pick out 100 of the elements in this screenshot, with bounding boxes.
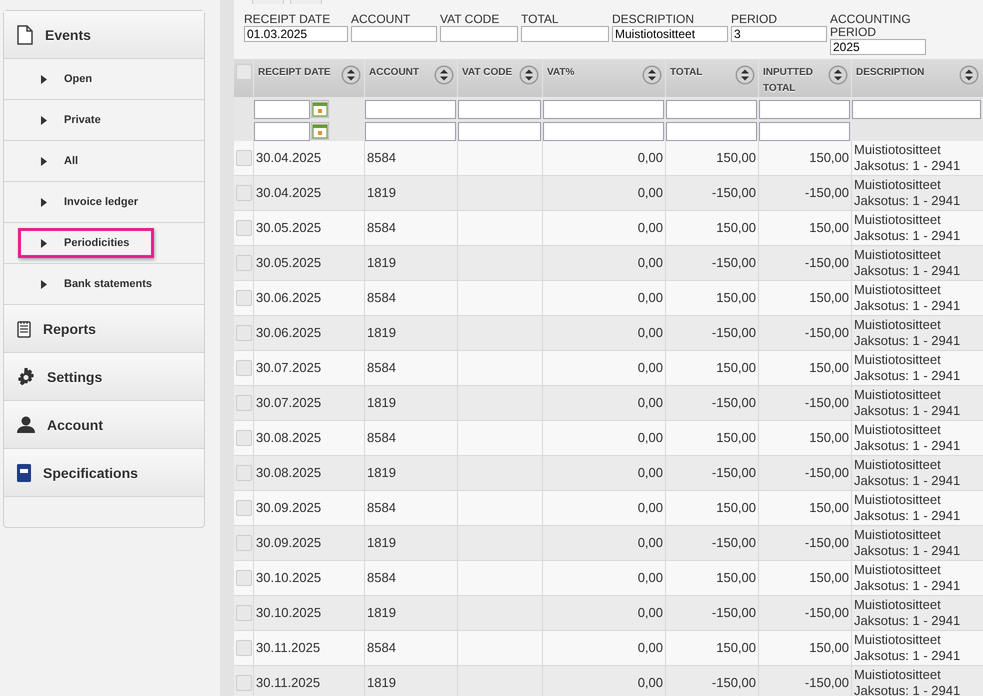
filter-field[interactable] xyxy=(852,100,981,119)
table-cell: Muistiotositteet xyxy=(854,456,941,473)
filter-field[interactable] xyxy=(458,100,541,119)
checkbox[interactable] xyxy=(236,500,252,516)
filter-field[interactable] xyxy=(543,100,664,119)
menu-item[interactable]: Open xyxy=(18,64,138,94)
table-cell: 30.11.2025 xyxy=(256,640,320,656)
filter-field[interactable] xyxy=(365,100,456,119)
table-cell: 150,00 xyxy=(809,150,849,166)
table-cell: 150,00 xyxy=(716,500,756,516)
menu-item[interactable]: Periodicities xyxy=(18,228,154,258)
checkbox[interactable] xyxy=(236,150,252,166)
column-header: VAT CODE xyxy=(462,66,512,80)
checkbox[interactable] xyxy=(236,640,252,656)
table-cell: Jaksotus: 1 - 2941 xyxy=(854,508,960,524)
calendar-icon[interactable] xyxy=(311,122,329,140)
checkbox[interactable] xyxy=(236,604,252,621)
checkbox[interactable] xyxy=(236,464,252,481)
table-cell: 30.10.2025 xyxy=(256,605,322,620)
menu-item[interactable]: All xyxy=(18,146,138,176)
filter-field[interactable] xyxy=(543,122,664,141)
sort-icon[interactable] xyxy=(642,64,662,85)
table-cell: 150,00 xyxy=(716,570,756,586)
checkbox[interactable] xyxy=(236,220,252,236)
menu-item[interactable]: Bank statements xyxy=(18,269,168,299)
table-cell: 150,00 xyxy=(716,150,756,166)
checkbox[interactable] xyxy=(236,430,252,446)
menu-item[interactable]: Invoice ledger xyxy=(18,187,153,217)
book-icon xyxy=(17,464,31,482)
table-cell: 150,00 xyxy=(809,290,849,306)
filter-field[interactable] xyxy=(365,122,456,141)
table-cell: -150,00 xyxy=(804,605,849,620)
sort-icon[interactable] xyxy=(959,64,979,85)
checkbox[interactable] xyxy=(236,290,252,306)
sort-icon[interactable] xyxy=(434,64,454,85)
filter-field[interactable] xyxy=(254,100,310,119)
table-cell: 0,00 xyxy=(638,465,663,480)
input-field[interactable] xyxy=(351,26,437,42)
checkbox[interactable] xyxy=(236,64,252,80)
table-cell: 0,00 xyxy=(638,360,663,376)
input-field[interactable] xyxy=(521,26,609,42)
table-cell: 0,00 xyxy=(638,150,663,166)
menu-item[interactable]: Private xyxy=(18,105,138,135)
checkbox[interactable] xyxy=(236,394,252,411)
menu-section[interactable]: Account xyxy=(4,401,204,449)
table-cell: Jaksotus: 1 - 2941 xyxy=(854,402,960,419)
input-field[interactable]: 2025 xyxy=(830,38,926,55)
input-field[interactable]: Muistiotositteet xyxy=(612,26,728,42)
table-cell: 1819 xyxy=(367,535,396,550)
filter-field[interactable] xyxy=(666,122,757,141)
table-cell: Jaksotus: 1 - 2941 xyxy=(854,612,960,629)
checkbox[interactable] xyxy=(236,360,252,376)
menu-section[interactable]: Events xyxy=(4,11,204,59)
table-cell: -150,00 xyxy=(712,325,756,340)
table-cell: 8584 xyxy=(367,430,396,446)
table-cell: 150,00 xyxy=(716,640,756,656)
table-cell: 150,00 xyxy=(809,360,849,376)
filter-field[interactable] xyxy=(458,122,541,141)
sort-icon[interactable] xyxy=(519,64,539,85)
triangle-icon xyxy=(41,238,47,248)
table-cell: 1819 xyxy=(367,605,396,620)
table-cell: 150,00 xyxy=(809,220,849,236)
filter-field[interactable] xyxy=(666,100,757,119)
menu-section[interactable]: Reports xyxy=(4,305,204,353)
table-cell: 30.07.2025 xyxy=(256,395,322,410)
table-cell: -150,00 xyxy=(712,255,756,270)
item-label: Private xyxy=(64,114,101,126)
sort-icon[interactable] xyxy=(735,64,755,85)
calendar-icon[interactable] xyxy=(311,100,329,118)
table-cell: Jaksotus: 1 - 2941 xyxy=(854,298,960,314)
sort-icon[interactable] xyxy=(828,64,848,85)
input-field[interactable] xyxy=(440,26,518,42)
checkbox[interactable] xyxy=(236,324,252,341)
input-field[interactable]: 01.03.2025 xyxy=(244,26,348,42)
checkbox[interactable] xyxy=(236,184,252,201)
checkbox[interactable] xyxy=(236,570,252,586)
table-cell: 30.09.2025 xyxy=(256,535,322,550)
section-label: Specifications xyxy=(43,464,138,480)
table-cell: Jaksotus: 1 - 2941 xyxy=(854,192,960,209)
table-cell: 0,00 xyxy=(638,185,663,200)
table-cell: Muistiotositteet xyxy=(854,526,941,543)
checkbox[interactable] xyxy=(236,674,252,691)
table-cell: 30.05.2025 xyxy=(256,220,322,236)
column-header: TOTAL xyxy=(670,66,702,80)
menu-section[interactable]: Settings xyxy=(4,353,204,401)
column-header: DESCRIPTION xyxy=(856,66,924,80)
checkbox[interactable] xyxy=(236,534,252,551)
table-cell: Muistiotositteet xyxy=(854,246,941,263)
table-cell: -150,00 xyxy=(804,325,849,340)
filter-field[interactable] xyxy=(759,122,850,141)
filter-field[interactable] xyxy=(759,100,850,119)
checkbox[interactable] xyxy=(236,254,252,271)
table-cell: 30.04.2025 xyxy=(256,150,322,166)
menu-section[interactable]: Specifications xyxy=(4,449,204,497)
column-header: INPUTTED TOTAL xyxy=(763,66,814,96)
table-cell: 8584 xyxy=(367,640,396,656)
input-field[interactable]: 3 xyxy=(731,26,827,42)
filter-field[interactable] xyxy=(254,122,310,141)
table-cell: 8584 xyxy=(367,220,396,236)
sort-icon[interactable] xyxy=(341,64,361,85)
